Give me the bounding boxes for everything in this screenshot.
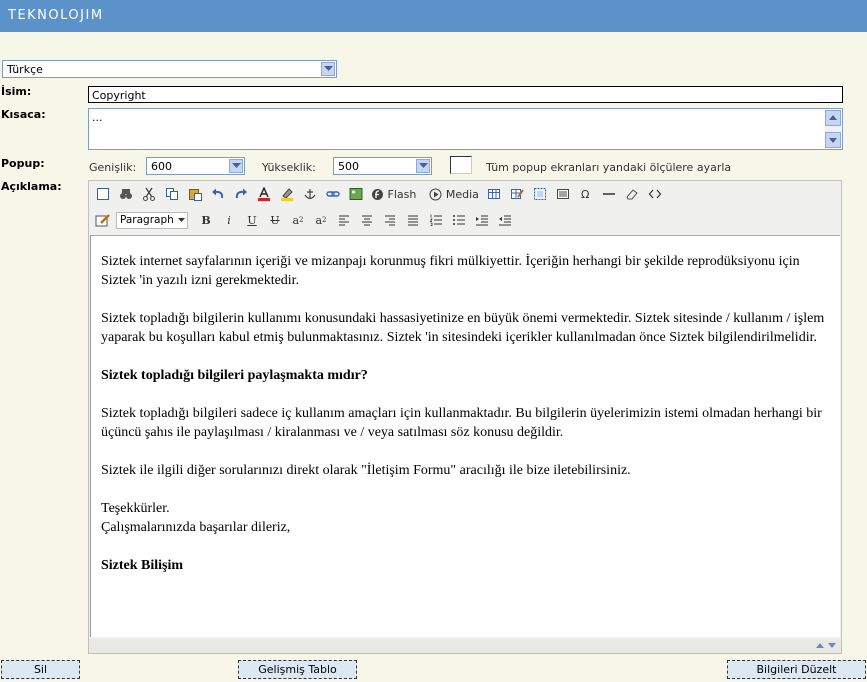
unordered-list-icon[interactable] (449, 210, 469, 230)
apply-all-popups-checkbox[interactable] (450, 156, 472, 174)
content-signature: Siztek Bilişim (101, 558, 184, 573)
eraser-icon[interactable] (622, 184, 642, 204)
update-info-button-label: Bilgileri Düzelt (756, 663, 837, 676)
media-label: Media (445, 187, 479, 201)
content-paragraph: Siztek topladığı bilgileri sadece iç kul… (101, 406, 822, 440)
editor-resize-bar[interactable] (89, 639, 841, 653)
content-paragraph: Siztek internet sayfalarının içeriği ve … (101, 254, 800, 288)
link-icon[interactable] (323, 184, 343, 204)
advanced-table-button[interactable]: Gelişmiş Tablo (238, 660, 357, 679)
delete-button[interactable]: Sil (1, 660, 80, 679)
content-paragraph: Siztek ile ilgili diğer sorularınızı dir… (101, 463, 631, 478)
format-select-value: Paragraph (120, 213, 174, 226)
image-icon[interactable] (346, 184, 366, 204)
paste-icon[interactable] (185, 184, 205, 204)
undo-icon[interactable] (208, 184, 228, 204)
name-label: İsim: (1, 85, 32, 98)
delete-button-label: Sil (33, 663, 48, 676)
popup-height-value: 500 (338, 160, 359, 173)
edit-style-icon[interactable] (93, 210, 113, 230)
strikethrough-icon[interactable]: U (265, 210, 285, 230)
content-paragraph: Siztek topladığı bilgilerin kullanımı ko… (101, 311, 825, 345)
new-document-icon[interactable] (93, 184, 113, 204)
table-properties-icon[interactable] (507, 184, 527, 204)
short-textarea-value: ... (92, 111, 103, 124)
subscript-icon[interactable]: a2 (311, 210, 331, 230)
popup-label: Popup: (1, 157, 45, 170)
flash-label: Flash (387, 187, 417, 201)
editor-toolbar-row-2: Paragraph B i U U a2 a2 (89, 207, 841, 233)
popup-width-label: Genişlik: (89, 161, 137, 174)
text-color-icon[interactable] (254, 184, 274, 204)
table-icon[interactable] (484, 184, 504, 204)
find-icon[interactable] (116, 184, 136, 204)
horizontal-rule-icon[interactable] (599, 184, 619, 204)
superscript-icon[interactable]: a2 (288, 210, 308, 230)
bold-icon[interactable]: B (196, 210, 216, 230)
chevron-down-icon[interactable] (321, 62, 335, 76)
anchor-icon[interactable] (300, 184, 320, 204)
indent-icon[interactable] (472, 210, 492, 230)
highlight-color-icon[interactable] (277, 184, 297, 204)
language-select-value: Türkçe (7, 63, 43, 76)
scroll-up-icon[interactable] (825, 110, 841, 126)
top-header-bar: TEKNOLOJIM (0, 0, 867, 32)
outdent-icon[interactable] (495, 210, 515, 230)
name-input-value: Copyright (92, 89, 146, 102)
underline-icon[interactable]: U (242, 210, 262, 230)
advanced-table-button-label: Gelişmiş Tablo (258, 663, 337, 676)
media-button[interactable]: Media (427, 184, 481, 204)
cut-icon[interactable] (139, 184, 159, 204)
scroll-down-icon[interactable] (825, 132, 841, 148)
content-heading: Siztek topladığı bilgileri paylaşmakta m… (101, 368, 368, 383)
popup-height-select[interactable]: 500 (333, 157, 432, 175)
chevron-down-icon[interactable] (416, 159, 430, 173)
name-input[interactable]: Copyright (88, 86, 843, 103)
apply-all-popups-label: Tüm popup ekranları yandaki ölçülere aya… (486, 161, 732, 174)
layer-icon[interactable] (553, 184, 573, 204)
flash-button[interactable]: Flash (369, 184, 418, 204)
align-justify-icon[interactable] (403, 210, 423, 230)
rich-text-editor: Flash Media Ω Paragraph B i U U a2 a2 Si… (88, 180, 842, 654)
content-wishes: Çalışmalarınızda başarılar dileriz, (101, 520, 291, 535)
popup-height-label: Yükseklik: (262, 161, 316, 174)
table-cells-icon[interactable] (530, 184, 550, 204)
italic-icon[interactable]: i (219, 210, 239, 230)
short-label: Kısaca: (1, 108, 46, 121)
align-center-icon[interactable] (357, 210, 377, 230)
format-select[interactable]: Paragraph (116, 211, 188, 229)
content-thanks: Teşekkürler. (101, 501, 170, 516)
editor-toolbar-row-1: Flash Media Ω (89, 181, 841, 207)
chevron-down-icon[interactable] (229, 159, 243, 173)
chevron-down-icon (178, 217, 185, 222)
update-info-button[interactable]: Bilgileri Düzelt (727, 660, 866, 679)
short-textarea[interactable]: ... (88, 108, 843, 150)
popup-width-value: 600 (151, 160, 172, 173)
redo-icon[interactable] (231, 184, 251, 204)
ordered-list-icon[interactable] (426, 210, 446, 230)
editor-content-area[interactable]: Siztek internet sayfalarının içeriği ve … (90, 235, 840, 637)
resize-arrows-icon[interactable] (815, 641, 839, 651)
svg-text:Ω: Ω (581, 188, 589, 201)
description-label: Açıklama: (1, 180, 62, 193)
special-char-icon[interactable]: Ω (576, 184, 596, 204)
align-left-icon[interactable] (334, 210, 354, 230)
language-select[interactable]: Türkçe (2, 60, 337, 78)
textarea-scrollbar[interactable] (825, 110, 841, 148)
copy-icon[interactable] (162, 184, 182, 204)
app-logo-text: TEKNOLOJIM (8, 8, 104, 23)
popup-width-select[interactable]: 600 (146, 157, 245, 175)
code-view-icon[interactable] (645, 184, 665, 204)
align-right-icon[interactable] (380, 210, 400, 230)
